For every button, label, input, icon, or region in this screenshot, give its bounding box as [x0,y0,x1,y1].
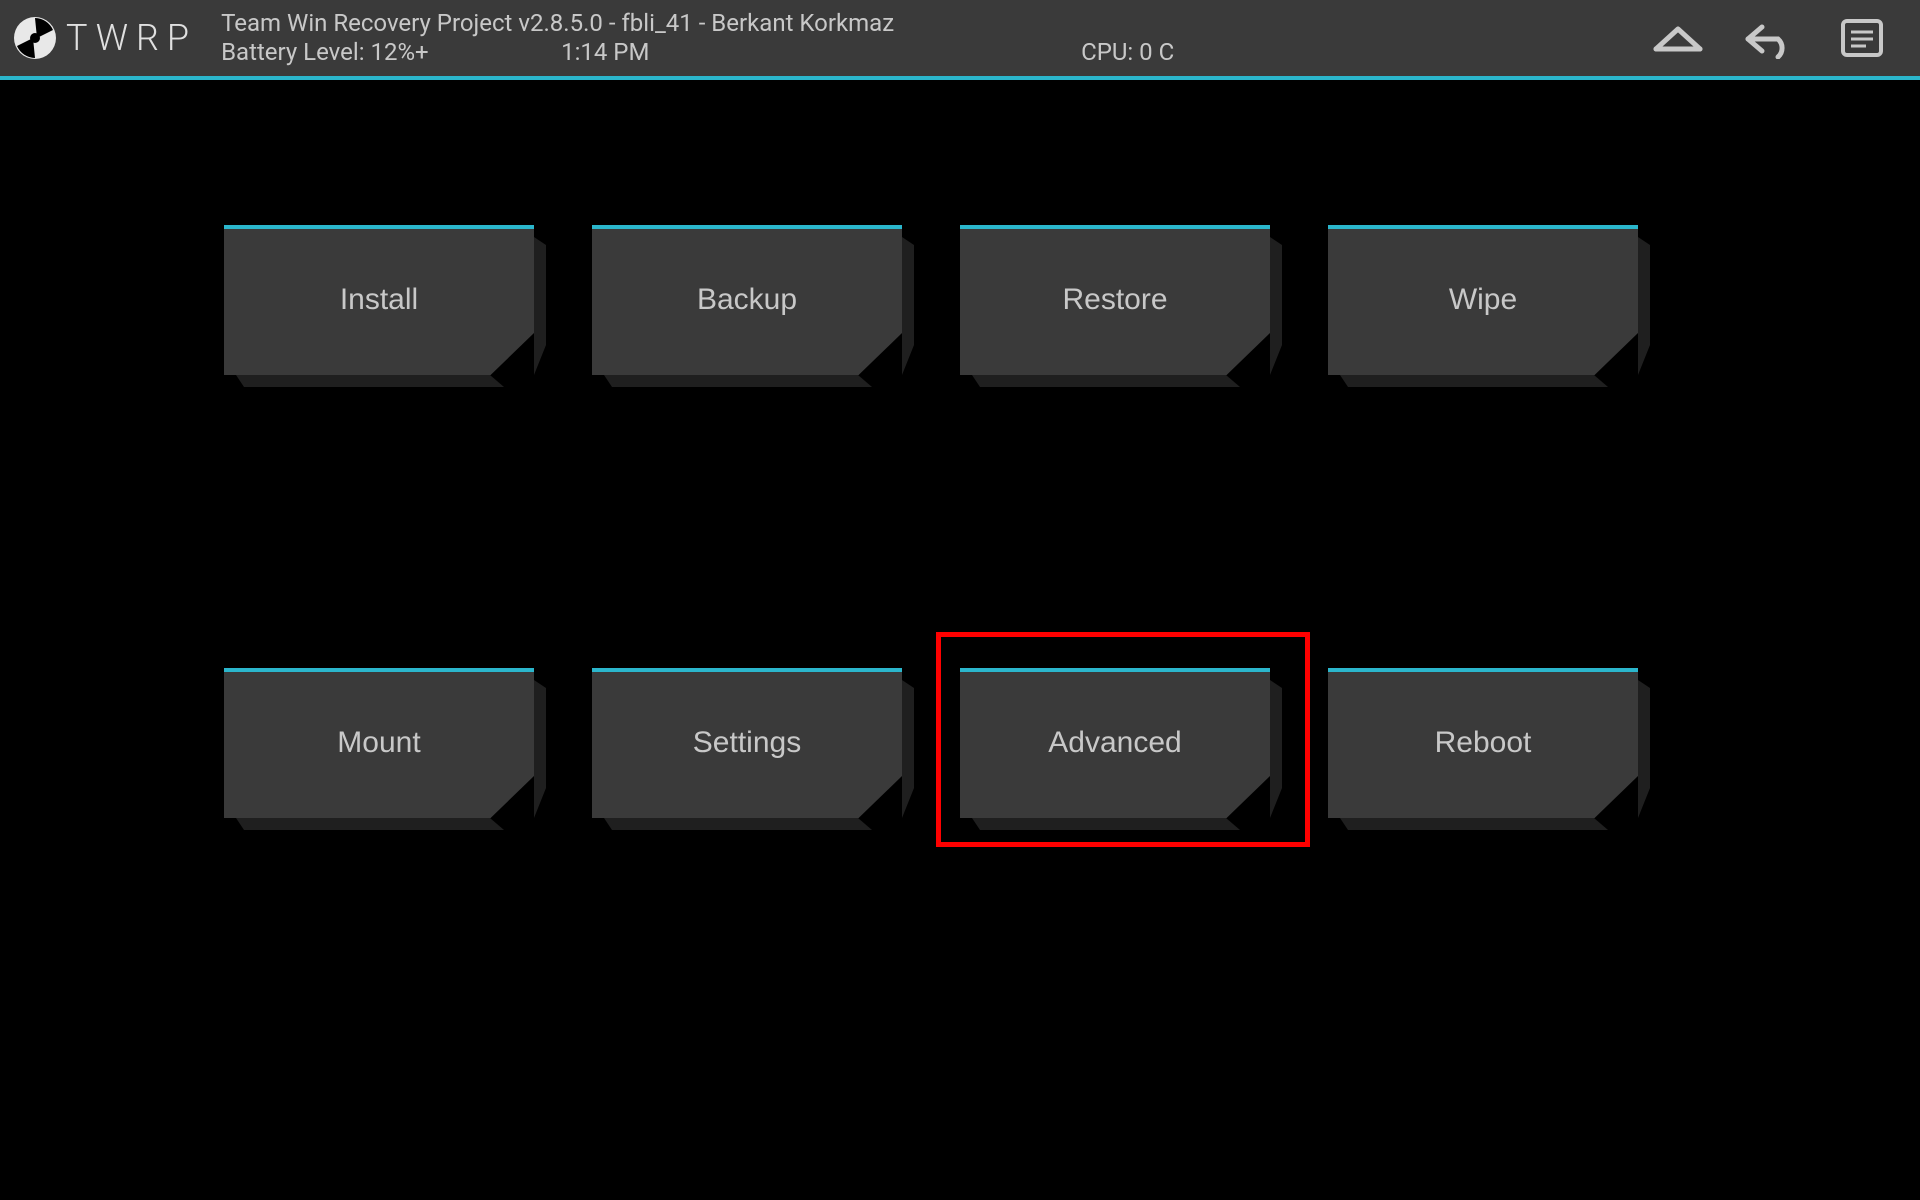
button-shadow [1638,680,1650,818]
button-shadow [902,237,914,375]
clock: 1:14 PM [561,38,1081,67]
settings-button[interactable]: Settings [592,668,902,818]
button-label: Wipe [1449,283,1517,317]
backup-button[interactable]: Backup [592,225,902,375]
button-shadow [534,237,546,375]
status-block: Team Win Recovery Project v2.8.5.0 - fbl… [221,9,1650,67]
header-icons [1650,17,1890,59]
button-shadow [236,818,534,830]
log-icon[interactable] [1834,17,1890,59]
button-shadow [534,680,546,818]
home-icon[interactable] [1650,17,1706,59]
logo: TWRP [12,15,197,61]
install-button[interactable]: Install [224,225,534,375]
button-shadow [972,818,1270,830]
button-label: Advanced [1048,726,1181,760]
button-shadow [972,375,1270,387]
button-label: Reboot [1435,726,1532,760]
main-content: Install Backup Restore Wipe Mount Settin… [0,80,1920,1200]
battery-level: Battery Level: 12%+ [221,38,561,67]
button-shadow [1270,680,1282,818]
button-shadow [236,375,534,387]
button-label: Mount [337,726,420,760]
button-shadow [902,680,914,818]
button-label: Backup [697,283,797,317]
button-shadow [604,375,902,387]
header-bar: TWRP Team Win Recovery Project v2.8.5.0 … [0,0,1920,76]
button-shadow [1340,818,1638,830]
title-line: Team Win Recovery Project v2.8.5.0 - fbl… [221,9,1650,38]
button-shadow [1340,375,1638,387]
back-icon[interactable] [1742,17,1798,59]
menu-grid: Install Backup Restore Wipe Mount Settin… [224,225,1638,818]
twrp-logo-icon [12,15,58,61]
logo-text: TWRP [66,17,197,59]
button-shadow [1270,237,1282,375]
mount-button[interactable]: Mount [224,668,534,818]
button-shadow [1638,237,1650,375]
reboot-button[interactable]: Reboot [1328,668,1638,818]
wipe-button[interactable]: Wipe [1328,225,1638,375]
advanced-button[interactable]: Advanced [960,668,1270,818]
button-shadow [604,818,902,830]
button-label: Settings [693,726,801,760]
button-label: Restore [1062,283,1167,317]
cpu-temp: CPU: 0 C [1081,38,1174,67]
restore-button[interactable]: Restore [960,225,1270,375]
button-label: Install [340,283,418,317]
